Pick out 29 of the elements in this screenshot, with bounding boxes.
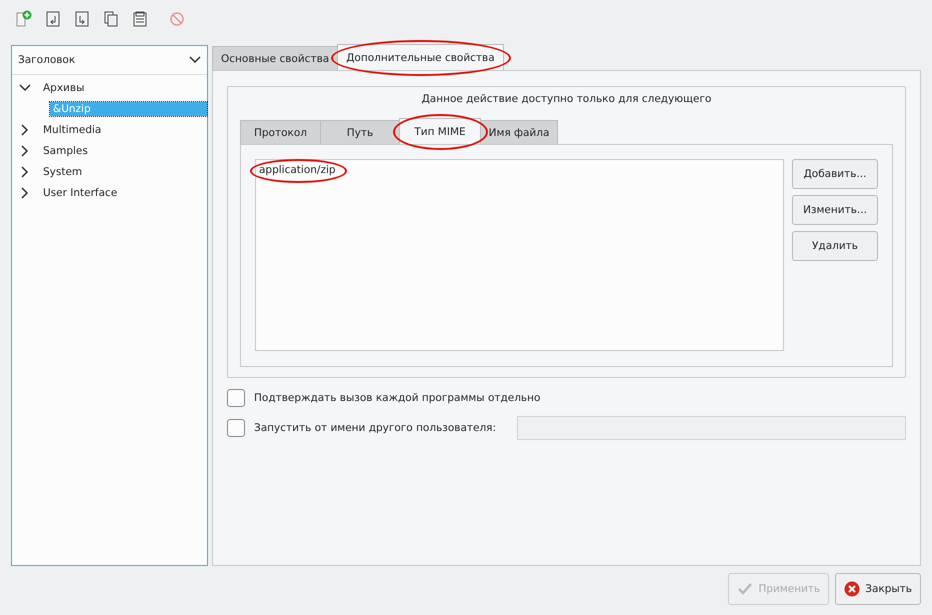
tree-item[interactable]: Архивы [40,80,88,94]
close-icon [844,581,860,597]
checkbox-label: Подтверждать вызов каждой программы отдельно [254,392,540,404]
tree-item[interactable]: Multimedia [40,122,104,136]
tree-item[interactable]: Samples [40,144,91,158]
checkbox[interactable] [227,419,245,437]
toolbar-item[interactable] [133,11,147,27]
chevron-down-icon[interactable] [189,56,201,64]
tab[interactable]: Протокол [240,120,321,144]
action-button[interactable]: Добавить... [792,159,878,189]
tree-item[interactable]: User Interface [40,186,120,200]
checkbox[interactable] [227,389,245,407]
action-button[interactable]: Удалить [792,231,878,261]
toolbar-item[interactable] [46,11,60,27]
tree-header: Заголовок [18,54,76,66]
checkmark-icon [737,582,754,596]
list-item[interactable]: application/zip [256,163,339,177]
action-button[interactable]: Изменить... [792,195,878,225]
checkbox-label: Запустить от имени другого пользователя: [254,422,496,434]
tab[interactable]: Путь [320,120,400,144]
tree-item[interactable]: System [40,164,86,178]
tab[interactable]: Дополнительные свойства [337,44,504,70]
tab[interactable]: Основные свойства [212,46,338,70]
close-button[interactable]: Закрыть [835,573,921,605]
toolbar-item[interactable] [104,11,118,27]
toolbar-item[interactable] [15,10,33,28]
tab[interactable]: Имя файла [480,120,558,144]
toolbar-item[interactable] [75,11,89,27]
group-title: Данное действие доступно только для следующего [420,93,712,105]
